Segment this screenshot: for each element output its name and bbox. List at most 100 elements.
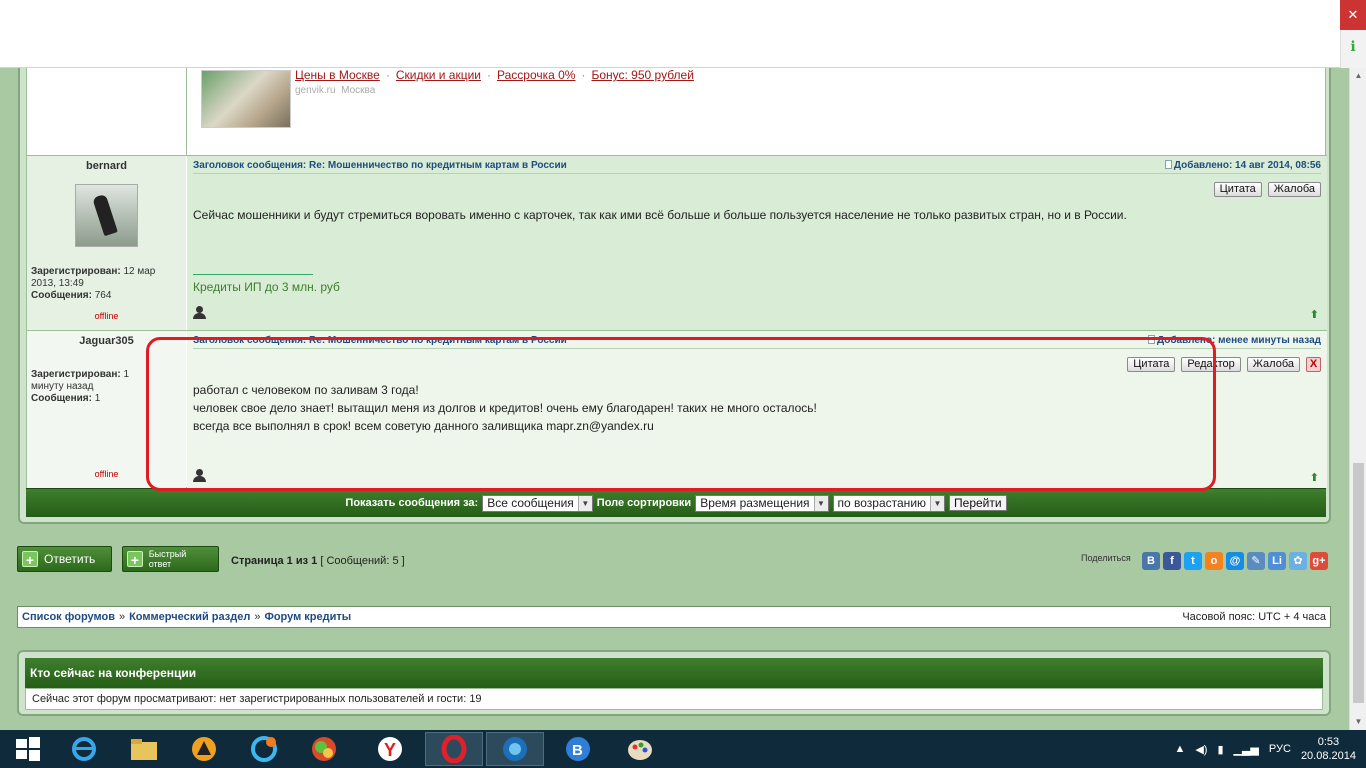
sort-bar: Показать сообщения за: Все сообщения ▼ По…	[26, 488, 1326, 517]
period-select[interactable]: Все сообщения ▼	[482, 494, 593, 512]
chevron-down-icon: ▼	[930, 495, 945, 511]
messages-value: 1	[94, 393, 101, 404]
sort-field-value: Время размещения	[700, 495, 810, 510]
signature-link[interactable]: Кредиты ИП до 3 млн. руб	[193, 280, 340, 294]
ad-link-discounts[interactable]: Скидки и акции	[396, 68, 481, 82]
ad-domain: genvik.ru	[295, 85, 336, 96]
chevron-down-icon: ▼	[577, 495, 592, 511]
scroll-down-icon[interactable]: ▼	[1350, 714, 1366, 730]
explorer-icon[interactable]	[116, 732, 172, 766]
breadcrumb-links: Список форумов» Коммерческий раздел» Форум…	[22, 611, 351, 623]
page-current: 1	[286, 555, 293, 567]
scroll-up-icon[interactable]: ▲	[1350, 68, 1366, 84]
ad-link-prices[interactable]: Цены в Москве	[295, 68, 380, 82]
post-buttons: Цитата Жалоба	[1213, 182, 1321, 197]
svg-text:Y: Y	[384, 740, 396, 760]
plus-icon: +	[127, 551, 143, 568]
vk-messenger-icon[interactable]: B	[550, 732, 606, 766]
sort-order-select[interactable]: по возрастанию ▼	[832, 494, 946, 512]
livejournal-icon[interactable]: ✎	[1247, 552, 1265, 570]
online-block: Кто сейчас на конференции Сейчас этот фо…	[17, 650, 1331, 716]
browser-side-controls: ✕ ℹ	[1340, 0, 1366, 68]
share-label: Поделиться	[1081, 553, 1131, 563]
clock[interactable]: 0:53 20.08.2014	[1301, 735, 1356, 763]
messages-label: Сообщения:	[31, 393, 92, 404]
page-total: 1	[311, 555, 318, 567]
sort-order-value: по возрастанию	[837, 495, 927, 510]
ad-city: Москва	[341, 85, 376, 96]
ad-meta: genvik.ru Москва	[295, 85, 375, 96]
back-to-top-icon[interactable]: ⬆	[1310, 308, 1319, 321]
post-date-text: Добавлено: 14 авг 2014, 08:56	[1173, 160, 1321, 171]
paint-icon[interactable]	[612, 732, 668, 766]
social-icons: Bf t o @ ✎ Li ✿ g+	[1142, 552, 1328, 570]
yandex-browser-icon[interactable]: Y	[362, 732, 418, 766]
breadcrumb: Список форумов» Коммерческий раздел» Форум…	[17, 606, 1331, 628]
twitter-icon[interactable]: t	[1184, 552, 1202, 570]
liveinternet-icon[interactable]: Li	[1268, 552, 1286, 570]
vk-icon[interactable]: B	[1142, 552, 1160, 570]
sort-field-label: Поле сортировки	[596, 497, 692, 509]
extension-icon[interactable]: ℹ	[1346, 38, 1360, 58]
start-button[interactable]	[0, 732, 56, 766]
messenger-icon[interactable]	[236, 732, 292, 766]
back-to-top-icon[interactable]: ⬆	[1310, 471, 1319, 484]
reply-button[interactable]: + Ответить	[17, 546, 112, 572]
tray-expand-icon[interactable]: ▲	[1174, 743, 1185, 755]
post-body-cell	[187, 156, 1327, 330]
author-name[interactable]: bernard	[27, 160, 186, 172]
registered-label: Зарегистрирован:	[31, 266, 121, 277]
breadcrumb-credits[interactable]: Форум кредиты	[264, 611, 351, 623]
language-indicator[interactable]: РУС	[1269, 743, 1291, 755]
page-of: из	[295, 555, 309, 567]
sort-field-select[interactable]: Время размещения ▼	[695, 494, 829, 512]
googleplus-icon[interactable]: g+	[1310, 552, 1328, 570]
opera-icon[interactable]	[425, 732, 483, 766]
post-subject[interactable]: Заголовок сообщения: Re: Мошенничество п…	[193, 160, 567, 171]
aimp-icon[interactable]	[176, 732, 232, 766]
battery-icon[interactable]: ▮	[1217, 743, 1223, 756]
facebook-icon[interactable]: f	[1163, 552, 1181, 570]
reply-label: Ответить	[44, 552, 96, 566]
network-icon[interactable]: ▁▃▅	[1234, 743, 1259, 756]
ad-link-installment[interactable]: Рассрочка 0%	[497, 68, 575, 82]
media-player-icon[interactable]	[486, 732, 544, 766]
scrollbar-thumb[interactable]	[1353, 463, 1364, 703]
highlight-annotation	[146, 337, 1216, 491]
svg-text:B: B	[572, 742, 583, 759]
page-prefix: Страница	[231, 555, 284, 567]
quick-reply-button[interactable]: + Быстрый ответ	[122, 546, 219, 572]
period-select-value: Все сообщения	[487, 495, 574, 510]
delete-button[interactable]: X	[1306, 357, 1321, 372]
report-button[interactable]: Жалоба	[1267, 182, 1321, 197]
clock-date: 20.08.2014	[1300, 750, 1356, 762]
plus-icon: +	[22, 551, 38, 568]
ad-link-bonus[interactable]: Бонус: 950 рублей	[591, 68, 693, 82]
mailru-icon[interactable]: @	[1226, 552, 1244, 570]
ad-links: Цены в Москве · Скидки и акции · Рассрочка 0…	[295, 68, 694, 82]
author-info: Зарегистрирован: 1 минуту назад Сообщени…	[31, 369, 151, 405]
breadcrumb-commercial[interactable]: Коммерческий раздел	[129, 611, 250, 623]
registered-label: Зарегистрирован:	[31, 369, 121, 380]
breadcrumb-forums[interactable]: Список форумов	[22, 611, 115, 623]
go-button[interactable]: Перейти	[949, 495, 1007, 511]
game-icon[interactable]	[296, 732, 352, 766]
volume-icon[interactable]: ◀)	[1195, 743, 1207, 756]
profile-icon[interactable]	[193, 306, 206, 319]
ie-icon[interactable]	[56, 732, 112, 766]
close-icon[interactable]: ✕	[1340, 0, 1366, 30]
moikrug-icon[interactable]: ✿	[1289, 552, 1307, 570]
online-title: Кто сейчас на конференции	[25, 658, 1323, 688]
messages-label: Сообщения:	[31, 290, 92, 301]
quote-button[interactable]: Цитата	[1213, 182, 1262, 197]
pagination: Страница 1 из 1 [ Сообщений: 5 ]	[231, 555, 405, 567]
report-button[interactable]: Жалоба	[1246, 357, 1300, 372]
taskbar: Y B ▲ ◀) ▮ ▁▃▅ РУС 0:53 20.08.2014	[0, 730, 1366, 768]
page-scrollbar[interactable]: ▲ ▼	[1349, 68, 1366, 730]
odnoklassniki-icon[interactable]: o	[1205, 552, 1223, 570]
post-date[interactable]: Добавлено: 14 авг 2014, 08:56	[1164, 160, 1321, 171]
chevron-down-icon: ▼	[813, 495, 828, 511]
ad-image[interactable]	[201, 70, 291, 128]
quick-reply-label: Быстрый ответ	[148, 549, 187, 569]
breadcrumb-separator: »	[254, 611, 261, 623]
